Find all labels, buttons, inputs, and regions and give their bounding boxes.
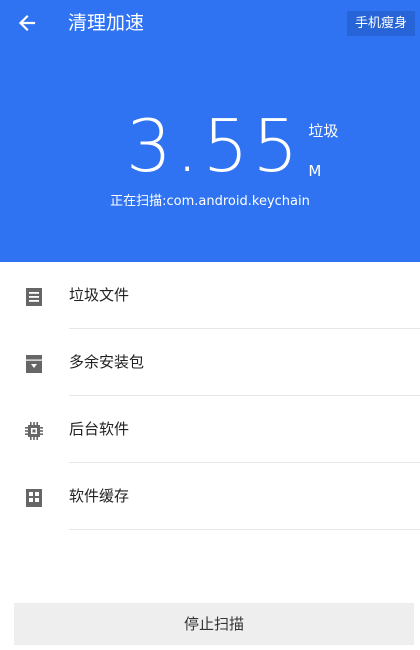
page-title: 清理加速 (68, 12, 145, 34)
stop-scan-button[interactable]: 停止扫描 (14, 603, 414, 645)
category-list: 垃圾文件 多余安装包 后台软件 软件缓存 (0, 262, 420, 530)
junk-amount: 3.55 垃圾 M (126, 106, 348, 186)
header: 清理加速 手机瘦身 3.55 垃圾 M 正在扫描:com.android.key… (0, 0, 420, 262)
document-list-icon (26, 288, 42, 306)
archive-box-icon (26, 355, 42, 373)
junk-amount-value: 3.55 (126, 104, 303, 188)
divider (69, 529, 420, 530)
chip-icon (25, 422, 43, 440)
junk-unit: M (308, 162, 322, 180)
list-item-app-cache[interactable]: 软件缓存 (0, 463, 420, 530)
list-item-background-apps[interactable]: 后台软件 (0, 396, 420, 463)
phone-slim-button[interactable]: 手机瘦身 (346, 11, 415, 36)
list-item-label: 后台软件 (69, 420, 130, 438)
junk-unit-label: 垃圾 (308, 122, 339, 140)
back-button[interactable] (12, 8, 42, 38)
junk-amount-unit-box: 垃圾 M (308, 106, 348, 186)
list-item-label: 多余安装包 (69, 353, 145, 371)
list-item-label: 软件缓存 (69, 487, 130, 505)
list-item-junk-files[interactable]: 垃圾文件 (0, 262, 420, 329)
scan-status: 正在扫描:com.android.keychain (110, 194, 310, 209)
list-item-label: 垃圾文件 (69, 286, 130, 304)
back-arrow-icon (18, 14, 36, 32)
grid-icon (26, 489, 42, 507)
list-item-redundant-packages[interactable]: 多余安装包 (0, 329, 420, 396)
